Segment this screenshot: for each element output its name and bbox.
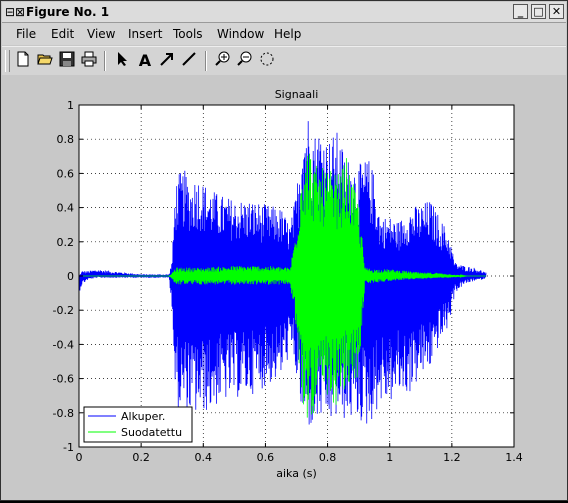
y-tick-label: -1	[63, 441, 74, 454]
legend-label-suodatettu: Suodatettu	[121, 426, 182, 439]
y-tick-label: -0.4	[53, 338, 74, 351]
zoom-in-icon[interactable]	[213, 51, 233, 71]
y-tick-label: 0.8	[57, 133, 75, 146]
close-button[interactable]: ✕	[549, 4, 564, 19]
window-title: Figure No. 1	[26, 5, 110, 19]
x-tick-label: 1	[386, 451, 393, 464]
insert-line-icon[interactable]	[179, 51, 199, 71]
figure-toolbar: A	[2, 46, 566, 76]
x-tick-label: 0.8	[319, 451, 337, 464]
zoom-out-icon[interactable]	[235, 51, 255, 71]
menu-window[interactable]: Window	[217, 27, 264, 41]
maximize-button[interactable]: □	[531, 4, 546, 19]
y-tick-label: 0.4	[57, 202, 75, 215]
menu-help[interactable]: Help	[274, 27, 301, 41]
menu-tools[interactable]: Tools	[173, 27, 203, 41]
rotate-icon[interactable]	[257, 51, 277, 71]
legend-label-alkuper: Alkuper.	[121, 410, 165, 423]
x-axis-label: aika (s)	[276, 467, 317, 480]
toolbar-separator	[205, 51, 207, 71]
x-tick-label: 0	[76, 451, 83, 464]
window-menu-icon[interactable]: ⊟⊠	[5, 5, 25, 19]
new-file-icon[interactable]	[13, 51, 33, 71]
select-arrow-icon[interactable]	[112, 51, 132, 71]
insert-text-icon[interactable]: A	[135, 51, 155, 71]
save-icon[interactable]	[57, 51, 77, 71]
insert-arrow-icon[interactable]	[157, 51, 177, 71]
y-tick-label: -0.8	[53, 407, 74, 420]
menu-view[interactable]: View	[87, 27, 115, 41]
minimize-button[interactable]: _	[513, 4, 528, 19]
y-tick-label: 0.2	[57, 236, 75, 249]
x-tick-label: 1.2	[443, 451, 461, 464]
x-tick-label: 0.4	[195, 451, 213, 464]
y-tick-label: -0.2	[53, 304, 74, 317]
x-tick-label: 1.4	[505, 451, 523, 464]
menu-file[interactable]: File	[16, 27, 36, 41]
x-tick-label: 0.6	[257, 451, 275, 464]
menu-edit[interactable]: Edit	[51, 27, 74, 41]
title-bar[interactable]: ⊟⊠ Figure No. 1 _ □ ✕	[2, 2, 566, 23]
chart-title: Signaali	[275, 88, 319, 101]
toolbar-separator	[104, 51, 106, 71]
figure-window: ⊟⊠ Figure No. 1 _ □ ✕ File Edit View Ins…	[0, 0, 568, 501]
signal-plot[interactable]: 0 0.2 0.4 0.6 0.8 1 1.2 1.4 -1 -0.8 -0.6 -0.4 -0.2 0 0…	[2, 75, 566, 499]
y-tick-label: 1	[67, 99, 74, 112]
print-icon[interactable]	[79, 51, 99, 71]
y-tick-label: 0	[67, 270, 74, 283]
figure-canvas[interactable]: 0 0.2 0.4 0.6 0.8 1 1.2 1.4 -1 -0.8 -0.6 -0.4 -0.2 0 0…	[2, 75, 566, 499]
toolbar-grip[interactable]	[5, 50, 10, 72]
y-tick-label: -0.6	[53, 373, 74, 386]
menu-bar: File Edit View Insert Tools Window Help	[2, 23, 566, 45]
open-folder-icon[interactable]	[35, 51, 55, 71]
legend[interactable]: Alkuper. Suodatettu	[83, 406, 193, 443]
y-tick-label: 0.6	[57, 167, 75, 180]
x-tick-label: 0.2	[132, 451, 150, 464]
menu-insert[interactable]: Insert	[128, 27, 162, 41]
